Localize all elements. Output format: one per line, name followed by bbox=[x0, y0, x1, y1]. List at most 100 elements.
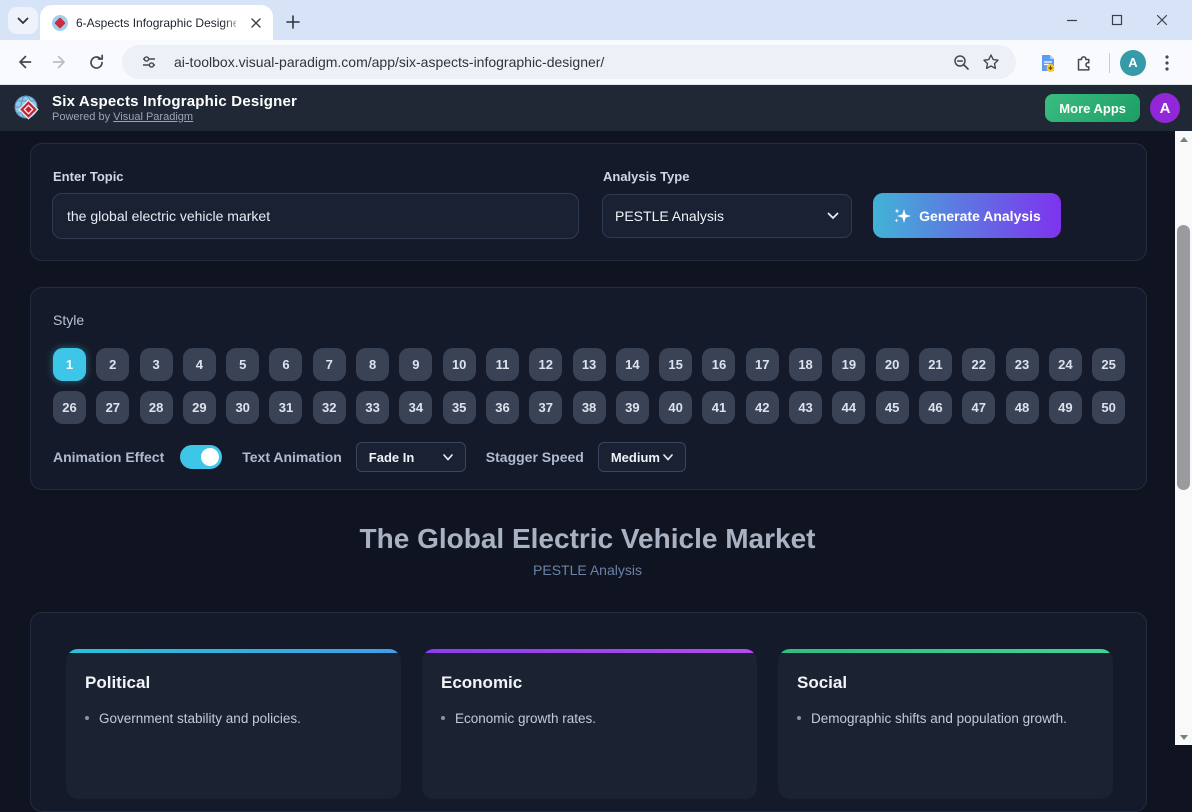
extensions-puzzle-icon[interactable] bbox=[1069, 48, 1099, 78]
user-avatar[interactable]: A bbox=[1150, 93, 1180, 123]
window-controls bbox=[1049, 0, 1184, 40]
minimize-button[interactable] bbox=[1049, 0, 1094, 40]
chevron-down-icon bbox=[17, 17, 29, 25]
visual-paradigm-link[interactable]: Visual Paradigm bbox=[113, 111, 193, 123]
chevron-down-icon bbox=[443, 454, 453, 461]
style-button-39[interactable]: 39 bbox=[616, 391, 649, 424]
card-items: Government stability and policies. bbox=[66, 693, 401, 726]
style-button-32[interactable]: 32 bbox=[313, 391, 346, 424]
infographic-title: The Global Electric Vehicle Market bbox=[0, 523, 1175, 555]
close-window-button[interactable] bbox=[1139, 0, 1184, 40]
browser-profile-avatar[interactable]: A bbox=[1120, 50, 1146, 76]
style-button-31[interactable]: 31 bbox=[269, 391, 302, 424]
more-apps-button[interactable]: More Apps bbox=[1045, 94, 1140, 122]
topic-label: Enter Topic bbox=[53, 169, 124, 184]
style-button-8[interactable]: 8 bbox=[356, 348, 389, 381]
forward-button[interactable] bbox=[44, 46, 76, 78]
style-button-29[interactable]: 29 bbox=[183, 391, 216, 424]
style-button-5[interactable]: 5 bbox=[226, 348, 259, 381]
aspect-card-political: PoliticalGovernment stability and polici… bbox=[66, 649, 401, 799]
style-button-48[interactable]: 48 bbox=[1006, 391, 1039, 424]
animation-toggle[interactable] bbox=[180, 445, 222, 469]
toolbar-right-icons: A bbox=[1033, 40, 1182, 85]
style-button-7[interactable]: 7 bbox=[313, 348, 346, 381]
chevron-down-icon bbox=[663, 454, 673, 461]
style-panel: Style 1234567891011121314151617181920212… bbox=[30, 287, 1147, 490]
save-page-icon[interactable] bbox=[1033, 48, 1063, 78]
browser-menu-kebab-icon[interactable] bbox=[1152, 48, 1182, 78]
style-button-41[interactable]: 41 bbox=[702, 391, 735, 424]
browser-tab[interactable]: 6-Aspects Infographic Designer bbox=[40, 5, 273, 40]
style-button-27[interactable]: 27 bbox=[96, 391, 129, 424]
style-button-11[interactable]: 11 bbox=[486, 348, 519, 381]
style-button-37[interactable]: 37 bbox=[529, 391, 562, 424]
style-button-33[interactable]: 33 bbox=[356, 391, 389, 424]
header-right: More Apps A bbox=[1045, 93, 1180, 123]
style-button-43[interactable]: 43 bbox=[789, 391, 822, 424]
style-button-20[interactable]: 20 bbox=[876, 348, 909, 381]
style-button-24[interactable]: 24 bbox=[1049, 348, 1082, 381]
style-button-17[interactable]: 17 bbox=[746, 348, 779, 381]
style-button-22[interactable]: 22 bbox=[962, 348, 995, 381]
style-button-12[interactable]: 12 bbox=[529, 348, 562, 381]
scrollbar-down-arrow[interactable] bbox=[1175, 729, 1192, 745]
style-button-42[interactable]: 42 bbox=[746, 391, 779, 424]
style-button-16[interactable]: 16 bbox=[702, 348, 735, 381]
topic-input[interactable] bbox=[52, 193, 579, 239]
style-button-15[interactable]: 15 bbox=[659, 348, 692, 381]
style-button-10[interactable]: 10 bbox=[443, 348, 476, 381]
style-button-47[interactable]: 47 bbox=[962, 391, 995, 424]
style-button-21[interactable]: 21 bbox=[919, 348, 952, 381]
style-button-6[interactable]: 6 bbox=[269, 348, 302, 381]
aspect-card-economic: EconomicEconomic growth rates. bbox=[422, 649, 757, 799]
style-button-23[interactable]: 23 bbox=[1006, 348, 1039, 381]
toolbar-divider bbox=[1109, 53, 1110, 73]
new-tab-button[interactable] bbox=[280, 9, 306, 35]
style-button-44[interactable]: 44 bbox=[832, 391, 865, 424]
generate-analysis-label: Generate Analysis bbox=[919, 208, 1041, 224]
site-info-tune-icon[interactable] bbox=[134, 47, 164, 77]
card-items: Economic growth rates. bbox=[422, 693, 757, 726]
powered-by: Powered by Visual Paradigm bbox=[52, 111, 297, 123]
style-button-2[interactable]: 2 bbox=[96, 348, 129, 381]
reload-button[interactable] bbox=[80, 46, 112, 78]
generate-analysis-button[interactable]: Generate Analysis bbox=[873, 193, 1061, 238]
style-button-38[interactable]: 38 bbox=[573, 391, 606, 424]
style-button-28[interactable]: 28 bbox=[140, 391, 173, 424]
style-button-3[interactable]: 3 bbox=[140, 348, 173, 381]
style-button-40[interactable]: 40 bbox=[659, 391, 692, 424]
style-button-34[interactable]: 34 bbox=[399, 391, 432, 424]
style-button-46[interactable]: 46 bbox=[919, 391, 952, 424]
stagger-speed-select[interactable]: Medium bbox=[598, 442, 686, 472]
url-bar[interactable]: ai-toolbox.visual-paradigm.com/app/six-a… bbox=[122, 45, 1016, 79]
style-grid: 1234567891011121314151617181920212223242… bbox=[53, 348, 1125, 424]
page-scrollbar[interactable] bbox=[1175, 131, 1192, 745]
scrollbar-thumb[interactable] bbox=[1177, 225, 1190, 490]
style-button-9[interactable]: 9 bbox=[399, 348, 432, 381]
style-button-4[interactable]: 4 bbox=[183, 348, 216, 381]
style-button-50[interactable]: 50 bbox=[1092, 391, 1125, 424]
zoom-out-icon[interactable] bbox=[946, 47, 976, 77]
style-button-13[interactable]: 13 bbox=[573, 348, 606, 381]
scrollbar-up-arrow[interactable] bbox=[1175, 131, 1192, 147]
style-button-45[interactable]: 45 bbox=[876, 391, 909, 424]
tab-title-fade bbox=[223, 13, 245, 35]
style-button-36[interactable]: 36 bbox=[486, 391, 519, 424]
text-animation-select[interactable]: Fade In bbox=[356, 442, 466, 472]
back-button[interactable] bbox=[8, 46, 40, 78]
url-text[interactable]: ai-toolbox.visual-paradigm.com/app/six-a… bbox=[174, 54, 946, 70]
style-button-26[interactable]: 26 bbox=[53, 391, 86, 424]
style-button-19[interactable]: 19 bbox=[832, 348, 865, 381]
style-button-35[interactable]: 35 bbox=[443, 391, 476, 424]
analysis-type-select[interactable]: PESTLE Analysis bbox=[602, 194, 852, 238]
style-button-25[interactable]: 25 bbox=[1092, 348, 1125, 381]
style-button-30[interactable]: 30 bbox=[226, 391, 259, 424]
bookmark-star-icon[interactable] bbox=[976, 47, 1006, 77]
style-button-14[interactable]: 14 bbox=[616, 348, 649, 381]
style-button-1[interactable]: 1 bbox=[53, 348, 86, 381]
tab-close-icon[interactable] bbox=[247, 14, 265, 32]
maximize-button[interactable] bbox=[1094, 0, 1139, 40]
style-button-18[interactable]: 18 bbox=[789, 348, 822, 381]
style-button-49[interactable]: 49 bbox=[1049, 391, 1082, 424]
tab-search-button[interactable] bbox=[8, 7, 38, 34]
